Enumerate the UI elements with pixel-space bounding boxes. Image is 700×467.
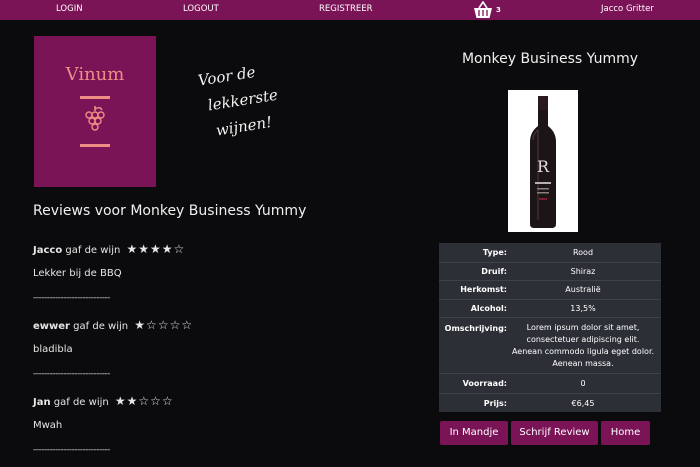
row-label: Druif: (481, 267, 507, 276)
vinum-logo[interactable]: Vinum (34, 36, 156, 187)
row-value: Rood (572, 248, 594, 257)
row-label: Omschrijving: (444, 324, 507, 333)
review-separator: ---------------------------- (33, 293, 110, 303)
review-phrase: gaf de wijn (73, 321, 129, 332)
review-phrase: gaf de wijn (65, 245, 121, 256)
review-text: Mwah (33, 420, 63, 431)
row-value: Shiraz (570, 267, 596, 276)
row-value: 13,5% (570, 304, 596, 313)
table-row: Druif: Shiraz (439, 262, 661, 281)
logout-link[interactable]: LOGOUT (183, 4, 219, 14)
svg-text:R: R (537, 157, 550, 176)
review-separator: ---------------------------- (33, 445, 110, 455)
table-row: Herkomst: Australië (439, 280, 661, 300)
star-rating: ★★★★☆ (126, 242, 186, 256)
review-header: ewwer gaf de wijn ★☆☆☆☆ (33, 318, 193, 332)
product-title: Monkey Business Yummy (461, 51, 639, 67)
add-to-cart-button[interactable]: In Mandje (440, 421, 508, 445)
row-label: Herkomst: (460, 285, 507, 294)
top-nav-bar: LOGIN LOGOUT REGISTREER 3 Jacco Gritter (0, 0, 700, 20)
logo-divider-top (80, 96, 110, 99)
star-rating: ★☆☆☆☆ (134, 318, 194, 332)
slogan: Voor de lekkerste wijnen! (196, 51, 317, 145)
star-rating: ★★☆☆☆ (114, 394, 174, 408)
reviews-title: Reviews voor Monkey Business Yummy (33, 203, 307, 219)
review-header: Jan gaf de wijn ★★☆☆☆ (33, 394, 174, 408)
row-value: Lorem ipsum dolor sit amet, consectetuer… (511, 323, 655, 368)
home-button[interactable]: Home (601, 421, 650, 445)
table-row: Type: Rood (439, 243, 661, 262)
wine-bottle-image: R (508, 90, 578, 232)
row-value: 0 (580, 379, 586, 388)
table-row: Omschrijving: Lorem ipsum dolor sit amet… (439, 317, 661, 374)
review-header: Jacco gaf de wijn ★★★★☆ (33, 242, 185, 256)
grapes-icon (85, 106, 105, 131)
write-review-button[interactable]: Schrijf Review (511, 421, 598, 445)
logo-divider-bottom (80, 144, 110, 147)
row-value: Australië (565, 285, 601, 294)
review-text: bladibla (33, 344, 73, 355)
table-row: Prijs: €6,45 (439, 393, 661, 413)
review-phrase: gaf de wijn (53, 397, 109, 408)
review-user: Jacco (33, 245, 63, 256)
row-value: €6,45 (571, 399, 595, 408)
user-name-link[interactable]: Jacco Gritter (601, 4, 654, 14)
row-label: Type: (482, 248, 507, 257)
register-link[interactable]: REGISTREER (319, 4, 373, 14)
review-text: Lekker bij de BBQ (33, 268, 122, 279)
row-label: Alcohol: (470, 304, 507, 313)
cart-count-badge: 3 (496, 6, 501, 14)
login-link[interactable]: LOGIN (56, 4, 83, 14)
review-user: ewwer (33, 321, 70, 332)
cart-button[interactable]: 3 (472, 1, 502, 19)
review-user: Jan (33, 397, 51, 408)
product-details-table: Type: Rood Druif: Shiraz Herkomst: Austr… (439, 243, 661, 412)
table-row: Voorraad: 0 (439, 373, 661, 394)
wine-bottle-icon: R (530, 96, 556, 228)
shopping-basket-icon (474, 1, 492, 18)
table-row: Alcohol: 13,5% (439, 299, 661, 318)
logo-text: Vinum (65, 64, 125, 85)
row-label: Prijs: (483, 399, 507, 408)
row-label: Voorraad: (462, 379, 507, 388)
review-separator: ---------------------------- (33, 369, 110, 379)
